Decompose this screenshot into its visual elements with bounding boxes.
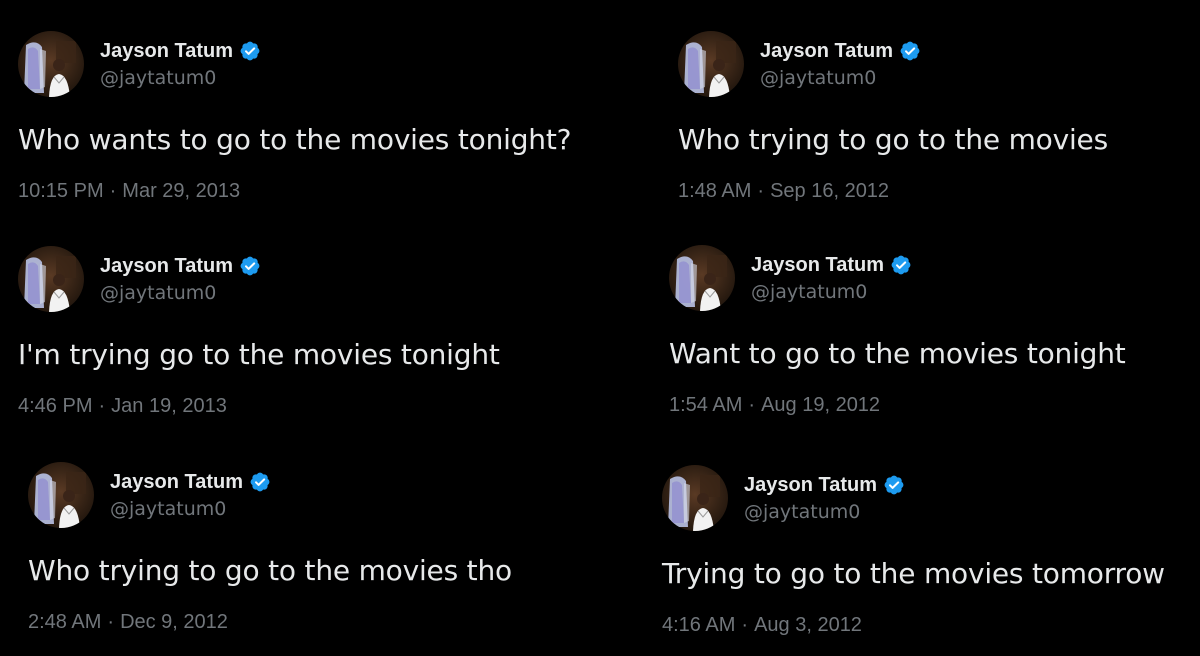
- user-info: Jayson Tatum @jaytatum0: [110, 470, 271, 521]
- tweet-date[interactable]: Jan 19, 2013: [111, 395, 227, 417]
- tweet-time[interactable]: 1:54 AM: [669, 394, 742, 416]
- verified-badge-icon: [249, 471, 271, 493]
- profile-avatar[interactable]: [678, 31, 744, 97]
- tweet-card[interactable]: Jayson Tatum @jaytatum0 Want to go to th…: [669, 245, 1179, 417]
- tweet-header: Jayson Tatum @jaytatum0: [669, 245, 1179, 311]
- tweet-text: Who wants to go to the movies tonight?: [18, 123, 572, 156]
- profile-avatar[interactable]: [18, 31, 84, 97]
- tweet-date[interactable]: Aug 3, 2012: [754, 614, 862, 636]
- name-row: Jayson Tatum: [744, 473, 905, 497]
- tweet-time[interactable]: 4:46 PM: [18, 395, 92, 417]
- tweet-header: Jayson Tatum @jaytatum0: [18, 31, 578, 97]
- display-name[interactable]: Jayson Tatum: [100, 254, 233, 278]
- user-info: Jayson Tatum @jaytatum0: [760, 39, 921, 90]
- verified-badge-icon: [899, 40, 921, 62]
- tweet-timestamp: 2:48 AM · Dec 9, 2012: [28, 611, 588, 634]
- display-name[interactable]: Jayson Tatum: [751, 253, 884, 277]
- tweet-timestamp: 10:15 PM · Mar 29, 2013: [18, 180, 578, 203]
- tweet-time[interactable]: 10:15 PM: [18, 180, 104, 202]
- tweet-time[interactable]: 2:48 AM: [28, 611, 101, 633]
- tweet-timestamp: 4:16 AM · Aug 3, 2012: [662, 614, 1182, 637]
- user-handle[interactable]: @jaytatum0: [100, 282, 261, 305]
- tweet-timestamp: 4:46 PM · Jan 19, 2013: [18, 395, 578, 418]
- user-info: Jayson Tatum @jaytatum0: [744, 473, 905, 524]
- separator-dot: ·: [109, 180, 117, 202]
- tweet-text: Trying to go to the movies tomorrow: [662, 557, 1165, 590]
- tweet-card[interactable]: Jayson Tatum @jaytatum0 Trying to go to …: [662, 465, 1182, 637]
- tweet-text: Want to go to the movies tonight: [669, 337, 1126, 370]
- tweet-header: Jayson Tatum @jaytatum0: [28, 462, 588, 528]
- tweet-card[interactable]: Jayson Tatum @jaytatum0 I'm trying go to…: [18, 246, 578, 418]
- name-row: Jayson Tatum: [760, 39, 921, 63]
- tweet-header: Jayson Tatum @jaytatum0: [662, 465, 1182, 531]
- verified-badge-icon: [239, 40, 261, 62]
- profile-avatar[interactable]: [18, 246, 84, 312]
- tweet-time[interactable]: 4:16 AM: [662, 614, 735, 636]
- tweet-date[interactable]: Mar 29, 2013: [122, 180, 240, 202]
- tweet-header: Jayson Tatum @jaytatum0: [18, 246, 578, 312]
- display-name[interactable]: Jayson Tatum: [744, 473, 877, 497]
- user-handle[interactable]: @jaytatum0: [744, 501, 905, 524]
- tweet-date[interactable]: Aug 19, 2012: [761, 394, 880, 416]
- user-info: Jayson Tatum @jaytatum0: [751, 253, 912, 304]
- user-handle[interactable]: @jaytatum0: [760, 67, 921, 90]
- separator-dot: ·: [98, 395, 106, 417]
- profile-avatar[interactable]: [669, 245, 735, 311]
- tweet-text: I'm trying go to the movies tonight: [18, 338, 500, 371]
- user-info: Jayson Tatum @jaytatum0: [100, 254, 261, 305]
- separator-dot: ·: [757, 180, 765, 202]
- user-handle[interactable]: @jaytatum0: [110, 498, 271, 521]
- verified-badge-icon: [239, 255, 261, 277]
- separator-dot: ·: [741, 614, 749, 636]
- name-row: Jayson Tatum: [110, 470, 271, 494]
- tweet-timestamp: 1:48 AM · Sep 16, 2012: [678, 180, 1178, 203]
- name-row: Jayson Tatum: [100, 39, 261, 63]
- separator-dot: ·: [107, 611, 115, 633]
- tweet-card[interactable]: Jayson Tatum @jaytatum0 Who trying to go…: [28, 462, 588, 634]
- tweet-card[interactable]: Jayson Tatum @jaytatum0 Who wants to go …: [18, 31, 578, 203]
- tweet-text: Who trying to go to the movies tho: [28, 554, 512, 587]
- tweet-header: Jayson Tatum @jaytatum0: [678, 31, 1178, 97]
- tweet-date[interactable]: Sep 16, 2012: [770, 180, 889, 202]
- tweet-text: Who trying to go to the movies: [678, 123, 1108, 156]
- tweet-timestamp: 1:54 AM · Aug 19, 2012: [669, 394, 1179, 417]
- tweet-time[interactable]: 1:48 AM: [678, 180, 751, 202]
- user-info: Jayson Tatum @jaytatum0: [100, 39, 261, 90]
- display-name[interactable]: Jayson Tatum: [100, 39, 233, 63]
- user-handle[interactable]: @jaytatum0: [751, 281, 912, 304]
- name-row: Jayson Tatum: [100, 254, 261, 278]
- user-handle[interactable]: @jaytatum0: [100, 67, 261, 90]
- name-row: Jayson Tatum: [751, 253, 912, 277]
- verified-badge-icon: [890, 254, 912, 276]
- display-name[interactable]: Jayson Tatum: [110, 470, 243, 494]
- tweet-card[interactable]: Jayson Tatum @jaytatum0 Who trying to go…: [678, 31, 1178, 203]
- verified-badge-icon: [883, 474, 905, 496]
- tweet-date[interactable]: Dec 9, 2012: [120, 611, 228, 633]
- separator-dot: ·: [748, 394, 756, 416]
- profile-avatar[interactable]: [28, 462, 94, 528]
- display-name[interactable]: Jayson Tatum: [760, 39, 893, 63]
- profile-avatar[interactable]: [662, 465, 728, 531]
